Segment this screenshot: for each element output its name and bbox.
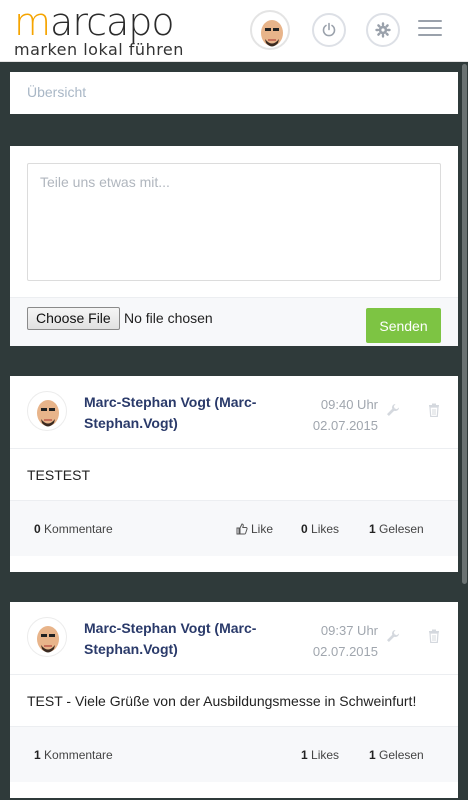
power-icon: [322, 22, 336, 37]
hamburger-icon: [418, 20, 442, 22]
user-avatar[interactable]: [250, 10, 290, 50]
trash-icon: [429, 403, 439, 418]
post-footer: 0 Kommentare Like 0 Likes 1 Gelesen: [10, 500, 458, 556]
read-count-link[interactable]: 1 Gelesen: [369, 748, 424, 762]
wrench-icon: [387, 404, 399, 416]
post-time: 09:37 Uhr: [320, 623, 378, 638]
post-time: 09:40 Uhr: [320, 397, 378, 412]
overview-panel[interactable]: Übersicht: [10, 72, 458, 114]
trash-icon: [429, 629, 439, 644]
post-card: Marc-Stephan Vogt (Marc-Stephan.Vogt) 09…: [10, 376, 458, 572]
read-label: Gelesen: [379, 748, 424, 762]
post-textarea[interactable]: Teile uns etwas mit...: [27, 163, 441, 281]
post-text: TESTEST: [27, 467, 91, 483]
compose-footer: Choose File No file chosen Senden: [10, 297, 458, 346]
overview-title: Übersicht: [27, 84, 87, 100]
logo[interactable]: marcapo marken lokal führen: [14, 2, 184, 59]
file-status: No file chosen: [124, 310, 213, 326]
post-avatar[interactable]: [27, 391, 67, 431]
comments-link[interactable]: 1 Kommentare: [34, 748, 113, 762]
comments-count: 1: [34, 748, 41, 762]
settings-button[interactable]: [366, 13, 400, 47]
post-date: 02.07.2015: [312, 418, 378, 433]
likes-count-link[interactable]: 1 Likes: [301, 748, 339, 762]
post-text: TEST - Viele Grüße von der Ausbildungsme…: [27, 693, 417, 709]
edit-button[interactable]: [386, 403, 400, 422]
menu-button[interactable]: [418, 20, 442, 38]
avatar-face-icon: [261, 20, 283, 47]
likes-count: 1: [301, 748, 308, 762]
divider: [10, 674, 458, 675]
logo-tagline: marken lokal führen: [14, 40, 184, 59]
post-timestamp: 09:40 Uhr 02.07.2015: [306, 394, 378, 436]
likes-label: Likes: [311, 748, 340, 762]
comments-label: Kommentare: [44, 522, 113, 536]
post-date: 02.07.2015: [312, 644, 378, 659]
send-button[interactable]: Senden: [366, 308, 441, 343]
top-header: marcapo marken lokal führen: [0, 0, 468, 62]
read-label: Gelesen: [379, 522, 424, 536]
post-timestamp: 09:37 Uhr 02.07.2015: [306, 620, 378, 662]
post-avatar[interactable]: [27, 617, 67, 657]
comments-count: 0: [34, 522, 41, 536]
post-card: Marc-Stephan Vogt (Marc-Stephan.Vogt) 09…: [10, 602, 458, 798]
avatar-face-icon: [37, 400, 59, 427]
likes-count-link[interactable]: 0 Likes: [301, 522, 339, 536]
gear-icon: [375, 22, 391, 38]
avatar-face-icon: [37, 626, 59, 653]
logo-wordmark: marcapo: [14, 0, 175, 44]
like-button[interactable]: Like: [236, 522, 273, 536]
post-author[interactable]: Marc-Stephan Vogt (Marc-Stephan.Vogt): [84, 618, 284, 660]
read-count: 1: [369, 748, 376, 762]
post-footer: 1 Kommentare 1 Likes 1 Gelesen: [10, 726, 458, 782]
comments-link[interactable]: 0 Kommentare: [34, 522, 113, 536]
compose-panel: Teile uns etwas mit... Choose File No fi…: [10, 146, 458, 346]
scrollbar-thumb[interactable]: [462, 64, 467, 584]
read-count-link[interactable]: 1 Gelesen: [369, 522, 424, 536]
delete-button[interactable]: [428, 629, 440, 648]
read-count: 1: [369, 522, 376, 536]
likes-label: Likes: [311, 522, 340, 536]
likes-count: 0: [301, 522, 308, 536]
post-author[interactable]: Marc-Stephan Vogt (Marc-Stephan.Vogt): [84, 392, 284, 434]
edit-button[interactable]: [386, 629, 400, 648]
comments-label: Kommentare: [44, 748, 113, 762]
logout-button[interactable]: [312, 13, 346, 47]
thumbs-up-icon: [236, 523, 248, 535]
choose-file-button[interactable]: Choose File: [27, 307, 120, 330]
delete-button[interactable]: [428, 403, 440, 422]
wrench-icon: [387, 630, 399, 642]
divider: [10, 448, 458, 449]
like-label: Like: [251, 522, 274, 536]
